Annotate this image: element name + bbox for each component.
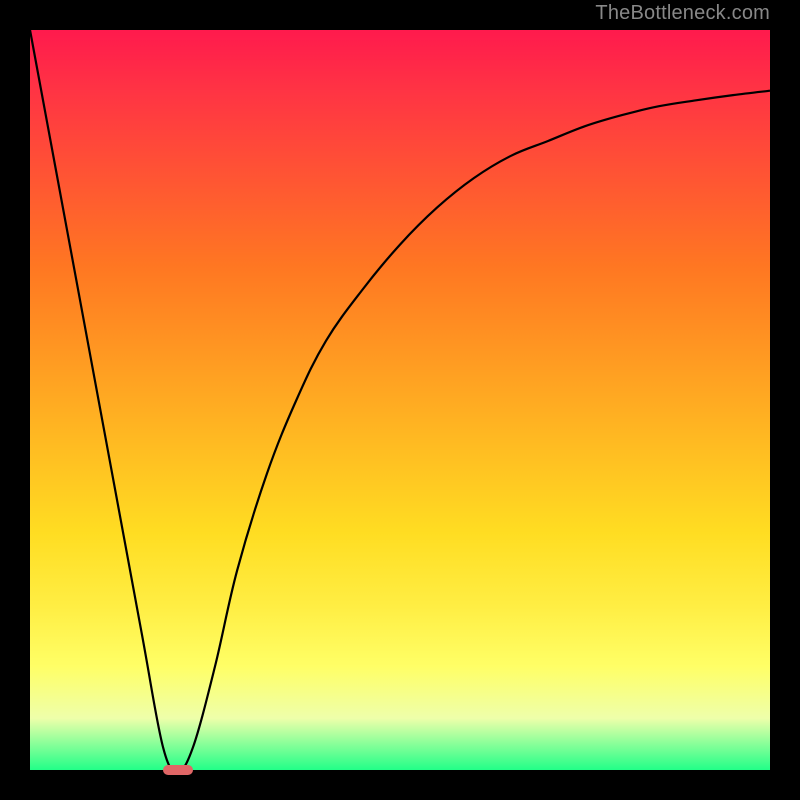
chart-frame: TheBottleneck.com xyxy=(0,0,800,800)
bottleneck-curve xyxy=(30,30,770,770)
watermark-text: TheBottleneck.com xyxy=(595,2,770,25)
optimal-marker xyxy=(163,765,193,775)
plot-area xyxy=(30,30,770,770)
curve-path xyxy=(30,30,770,770)
